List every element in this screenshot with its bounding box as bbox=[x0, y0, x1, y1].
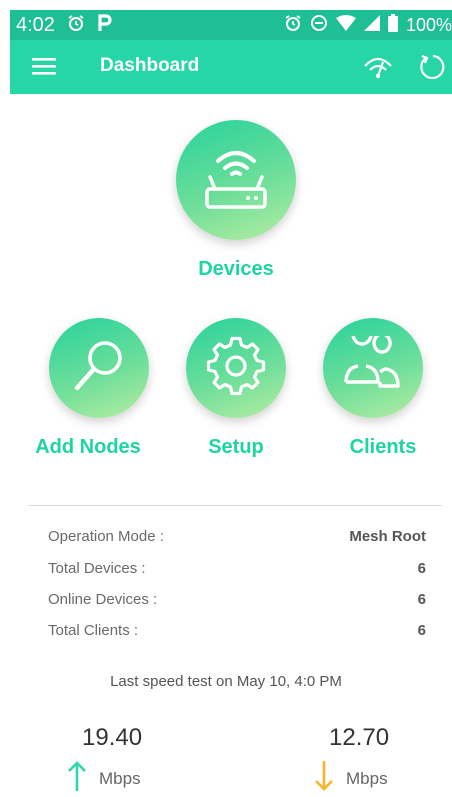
upload-arrow-icon bbox=[67, 760, 87, 797]
info-label: Total Clients : bbox=[48, 622, 139, 639]
devices-button[interactable] bbox=[176, 120, 296, 240]
info-value: 6 bbox=[417, 622, 426, 639]
info-value: Mesh Root bbox=[349, 528, 426, 545]
info-row-total-clients: Total Clients : 6 bbox=[48, 622, 426, 639]
info-label: Operation Mode : bbox=[48, 528, 164, 545]
magnifier-icon bbox=[69, 336, 129, 401]
status-time: 4:02 bbox=[16, 13, 55, 36]
clients-button[interactable] bbox=[323, 318, 423, 418]
refresh-icon[interactable] bbox=[418, 52, 448, 87]
do-not-disturb-icon bbox=[310, 14, 328, 37]
upload-speed-value: 19.40 bbox=[82, 724, 143, 751]
devices-label[interactable]: Devices bbox=[176, 258, 296, 281]
page-title: Dashboard bbox=[100, 55, 200, 76]
battery-percent: 100% bbox=[405, 14, 452, 35]
alarm-icon bbox=[284, 14, 302, 37]
alarm-icon bbox=[67, 14, 85, 37]
parking-icon bbox=[97, 13, 113, 38]
menu-icon[interactable] bbox=[32, 56, 56, 81]
gear-icon bbox=[206, 336, 266, 401]
signal-icon bbox=[363, 14, 380, 36]
divider bbox=[28, 505, 442, 506]
upload-unit: Mbps bbox=[99, 769, 141, 788]
download-arrow-icon bbox=[314, 760, 334, 797]
clients-label[interactable]: Clients bbox=[333, 436, 433, 459]
users-icon bbox=[342, 321, 404, 401]
info-value: 6 bbox=[417, 591, 426, 608]
download-unit: Mbps bbox=[346, 769, 388, 788]
add-nodes-button[interactable] bbox=[49, 318, 149, 418]
info-row-operation-mode: Operation Mode : Mesh Root bbox=[48, 528, 426, 545]
info-row-online-devices: Online Devices : 6 bbox=[48, 591, 426, 608]
add-nodes-label[interactable]: Add Nodes bbox=[22, 436, 154, 459]
setup-button[interactable] bbox=[186, 318, 286, 418]
info-value: 6 bbox=[417, 560, 426, 577]
info-label: Online Devices : bbox=[48, 591, 158, 608]
speed-test-info: Last speed test on May 10, 4:0 PM bbox=[110, 673, 342, 690]
info-label: Total Devices : bbox=[48, 560, 146, 577]
battery-icon bbox=[387, 13, 398, 37]
info-row-total-devices: Total Devices : 6 bbox=[48, 560, 426, 577]
download-speed-value: 12.70 bbox=[329, 724, 390, 751]
app-bar: Dashboard bbox=[10, 40, 452, 94]
speedometer-icon[interactable] bbox=[362, 52, 394, 87]
status-bar: 4:02 100% bbox=[10, 10, 452, 40]
router-icon bbox=[201, 143, 271, 218]
setup-label[interactable]: Setup bbox=[186, 436, 286, 459]
wifi-icon bbox=[335, 14, 356, 36]
